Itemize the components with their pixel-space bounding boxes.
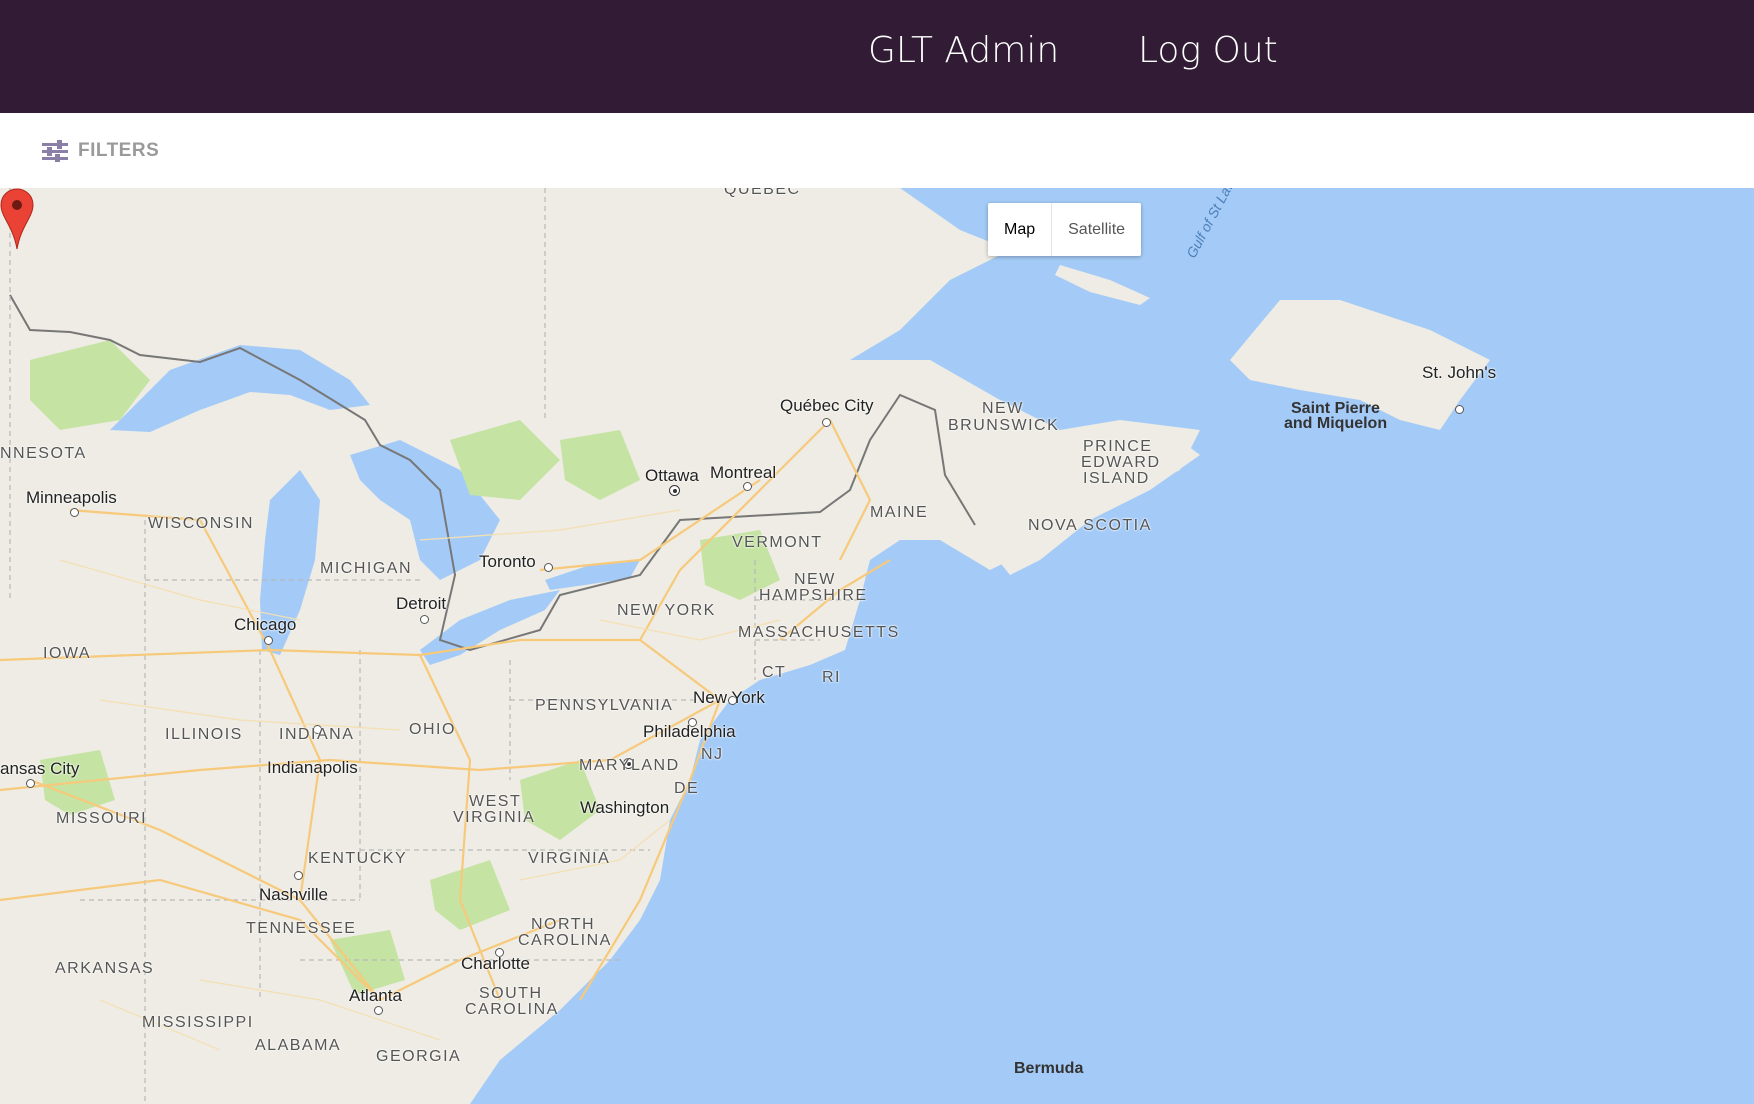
ottawa-capital-dot bbox=[669, 485, 680, 496]
new-brunswick-label-2: BRUNSWICK bbox=[948, 417, 1060, 434]
montreal-label: Montreal bbox=[710, 463, 777, 482]
ohio-label: OHIO bbox=[409, 721, 456, 738]
virginia-label: VIRGINIA bbox=[528, 850, 611, 867]
iowa-label: IOWA bbox=[43, 645, 92, 662]
anticosti-island bbox=[1055, 265, 1150, 305]
red-map-pin-icon[interactable] bbox=[0, 188, 34, 250]
quebec-city-label: Québec City bbox=[780, 396, 874, 415]
tennessee-label: TENNESSEE bbox=[246, 920, 357, 937]
atlanta-label: Atlanta bbox=[349, 986, 402, 1005]
minnesota-label: NNESOTA bbox=[0, 445, 87, 462]
new-york-state-label: NEW YORK bbox=[617, 602, 716, 619]
north-carolina-label-2: CAROLINA bbox=[518, 932, 612, 949]
indianapolis-label: Indianapolis bbox=[267, 758, 358, 777]
maryland-label: MARYLAND bbox=[579, 757, 680, 774]
philadelphia-label: Philadelphia bbox=[643, 722, 736, 741]
massachusetts-label: MASSACHUSETTS bbox=[738, 624, 900, 641]
st-johns-label: St. John's bbox=[1422, 363, 1497, 382]
saint-pierre-label-2: and Miquelon bbox=[1284, 415, 1388, 432]
ri-label: RI bbox=[822, 669, 841, 686]
sliders-icon bbox=[42, 140, 68, 162]
new-hampshire-label-2: HAMPSHIRE bbox=[759, 587, 868, 604]
charlotte-label: Charlotte bbox=[461, 954, 530, 973]
michigan-label: MICHIGAN bbox=[320, 560, 412, 577]
indiana-label: INDIANA bbox=[279, 726, 355, 743]
de-label: DE bbox=[674, 780, 700, 797]
wisconsin-label: WISCONSIN bbox=[148, 515, 254, 532]
map-canvas[interactable]: Québec City Ottawa Montreal Minneapolis … bbox=[0, 188, 1754, 1104]
glt-admin-link[interactable]: GLT Admin bbox=[868, 30, 1059, 71]
minneapolis-dot bbox=[70, 508, 79, 517]
satellite-view-button[interactable]: Satellite bbox=[1051, 203, 1141, 256]
nj-label: NJ bbox=[701, 746, 724, 763]
nashville-label: Nashville bbox=[259, 885, 328, 904]
new-york-label: New York bbox=[693, 688, 765, 707]
quebec-region-label: QUEBEC bbox=[724, 188, 801, 198]
detroit-dot bbox=[420, 615, 429, 624]
map-view-button[interactable]: Map bbox=[988, 203, 1051, 256]
washington-label: Washington bbox=[580, 798, 670, 817]
filters-button[interactable]: FILTERS bbox=[42, 139, 159, 163]
st-johns-dot bbox=[1455, 405, 1464, 414]
chicago-dot bbox=[264, 636, 273, 645]
vermont-label: VERMONT bbox=[732, 534, 823, 551]
pei-label-3: ISLAND bbox=[1083, 470, 1150, 487]
ct-label: CT bbox=[762, 664, 787, 681]
top-navbar: GLT Admin Log Out bbox=[0, 0, 1754, 113]
nashville-dot bbox=[294, 871, 303, 880]
arkansas-label: ARKANSAS bbox=[55, 960, 155, 977]
montreal-dot bbox=[743, 482, 752, 491]
quebec-city-dot bbox=[822, 418, 831, 427]
missouri-label: MISSOURI bbox=[56, 810, 148, 827]
atlanta-dot bbox=[374, 1006, 383, 1015]
maine-label: MAINE bbox=[870, 504, 929, 521]
illinois-label: ILLINOIS bbox=[165, 726, 243, 743]
mississippi-label: MISSISSIPPI bbox=[142, 1014, 254, 1031]
filter-bar: FILTERS bbox=[0, 113, 1754, 188]
map-type-control: Map Satellite bbox=[988, 203, 1142, 256]
kansas-city-dot bbox=[26, 779, 35, 788]
ottawa-label: Ottawa bbox=[645, 466, 699, 485]
log-out-link[interactable]: Log Out bbox=[1138, 30, 1278, 71]
detroit-label: Detroit bbox=[396, 594, 447, 613]
toronto-label: Toronto bbox=[479, 552, 536, 571]
new-brunswick-label-1: NEW bbox=[982, 400, 1024, 417]
kansas-city-label: ansas City bbox=[0, 759, 80, 778]
south-carolina-label-2: CAROLINA bbox=[465, 1001, 559, 1018]
georgia-label: GEORGIA bbox=[376, 1048, 462, 1065]
kentucky-label: KENTUCKY bbox=[308, 850, 408, 867]
alabama-label: ALABAMA bbox=[255, 1037, 342, 1054]
map-base-layer bbox=[0, 188, 1490, 1104]
west-virginia-label-2: VIRGINIA bbox=[453, 809, 536, 826]
toronto-dot bbox=[544, 563, 553, 572]
pennsylvania-label: PENNSYLVANIA bbox=[535, 697, 674, 714]
filters-label: FILTERS bbox=[78, 140, 160, 161]
bermuda-label: Bermuda bbox=[1014, 1060, 1084, 1077]
nova-scotia-label: NOVA SCOTIA bbox=[1028, 517, 1152, 534]
chicago-label: Chicago bbox=[234, 615, 297, 634]
minneapolis-label: Minneapolis bbox=[26, 488, 117, 507]
